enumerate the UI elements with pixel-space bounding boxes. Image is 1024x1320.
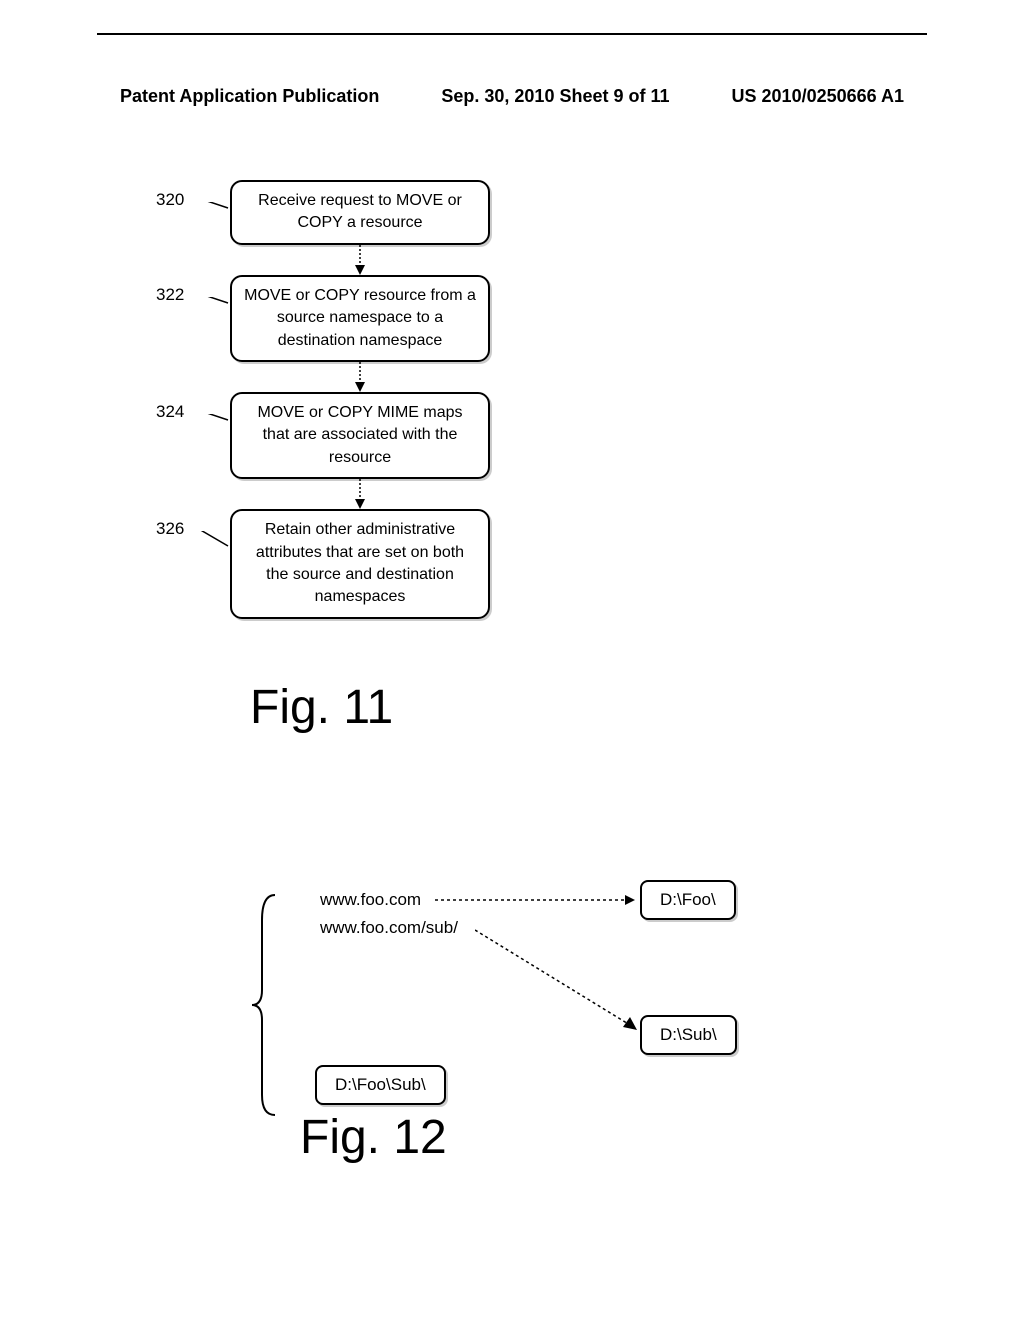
header-left-text: Patent Application Publication [120,86,379,107]
leader-line-icon [192,531,232,561]
dir-box-sub: D:\Sub\ [640,1015,737,1055]
figure-11-caption: Fig. 11 [250,680,393,735]
arrow-down-icon [230,362,490,392]
figure-12-caption: Fig. 12 [300,1110,447,1165]
flow-box-320: Receive request to MOVE or COPY a resour… [230,180,490,245]
header-right-text: US 2010/0250666 A1 [732,86,904,107]
leader-line-icon [192,202,232,222]
flow-step-322: 322 MOVE or COPY resource from a source … [160,275,540,362]
arrow-diagonal-icon [475,925,645,1035]
flow-label-324: 324 [156,402,184,422]
flow-box-326: Retain other administrative attributes t… [230,509,490,619]
page-border-top [97,33,927,35]
url-foo-sub: www.foo.com/sub/ [320,918,458,938]
flow-step-326: 326 Retain other administrative attribut… [160,509,540,619]
arrow-right-icon [435,895,635,905]
leader-line-icon [192,297,232,317]
url-foo: www.foo.com [320,890,421,910]
flow-label-326: 326 [156,519,184,539]
page-header: Patent Application Publication Sep. 30, … [0,86,1024,107]
header-center-text: Sep. 30, 2010 Sheet 9 of 11 [441,86,669,107]
dir-box-foo: D:\Foo\ [640,880,736,920]
curly-bracket-icon [250,890,280,1120]
leader-line-icon [192,414,232,434]
flow-step-320: 320 Receive request to MOVE or COPY a re… [160,180,540,245]
flow-box-322: MOVE or COPY resource from a source name… [230,275,490,362]
flow-box-324: MOVE or COPY MIME maps that are associat… [230,392,490,479]
arrow-down-icon [230,245,490,275]
dir-box-foosub: D:\Foo\Sub\ [315,1065,446,1105]
flow-label-322: 322 [156,285,184,305]
arrow-down-icon [230,479,490,509]
flowchart-fig11: 320 Receive request to MOVE or COPY a re… [160,180,540,649]
flow-step-324: 324 MOVE or COPY MIME maps that are asso… [160,392,540,479]
flow-label-320: 320 [156,190,184,210]
